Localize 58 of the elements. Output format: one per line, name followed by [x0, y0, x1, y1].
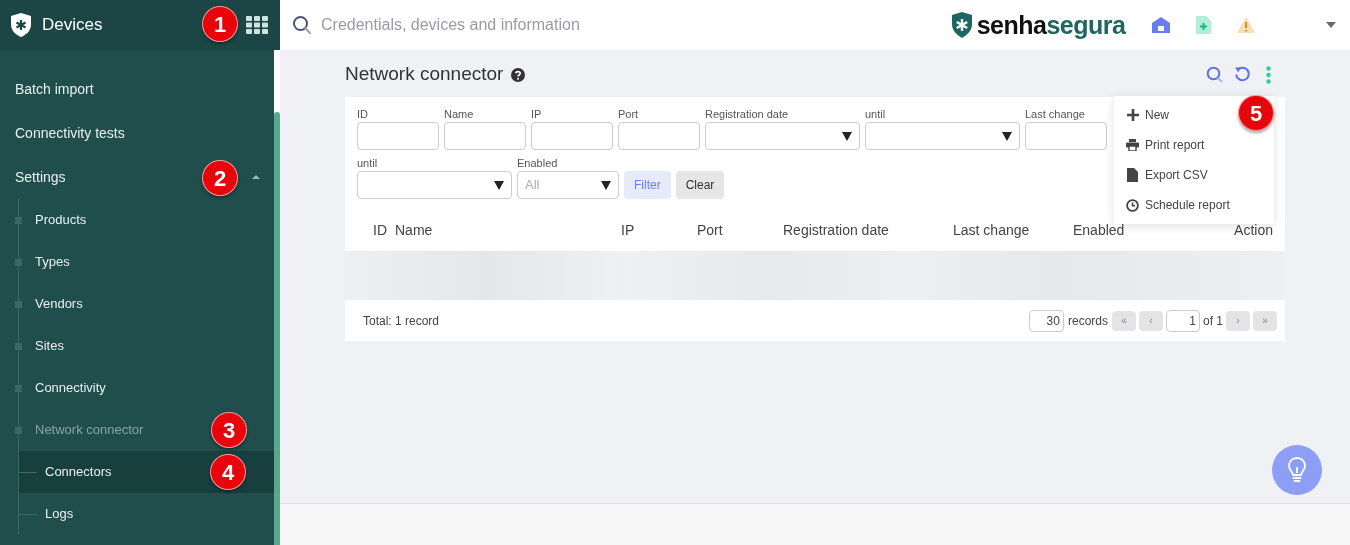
- field-label: Registration date: [705, 107, 790, 120]
- records-label: records: [1067, 312, 1108, 330]
- field-label: Enabled: [517, 156, 559, 169]
- column-header: Name: [395, 221, 434, 240]
- search-icon[interactable]: [1206, 66, 1223, 83]
- field-label: ID: [357, 107, 369, 120]
- clear-button[interactable]: Clear: [675, 171, 725, 199]
- total-records: Total: 1 record: [363, 312, 440, 330]
- page-size-field[interactable]: 30: [1028, 309, 1064, 332]
- refresh-icon[interactable]: [1234, 66, 1251, 83]
- text-field[interactable]: [531, 122, 613, 150]
- sidebar-item[interactable]: Batch import: [0, 67, 274, 111]
- column-header: Port: [697, 221, 724, 240]
- file-icon: [1127, 168, 1138, 182]
- page-field[interactable]: 1: [1166, 309, 1200, 332]
- field-label: until: [357, 156, 379, 169]
- add-document-icon[interactable]: [1195, 15, 1213, 35]
- shield-logo-icon: [950, 11, 973, 39]
- select-field[interactable]: [865, 122, 1020, 150]
- sidebar-item[interactable]: Connectivity tests: [0, 111, 274, 155]
- search-icon: [292, 15, 312, 35]
- menu-item[interactable]: New: [1114, 100, 1173, 130]
- field-label: Port: [618, 107, 640, 120]
- caret-down-icon[interactable]: [1326, 22, 1336, 28]
- menu-item[interactable]: Export CSV: [1114, 160, 1212, 190]
- text-field[interactable]: [1025, 122, 1107, 150]
- printer-icon: [1126, 139, 1139, 151]
- warning-icon[interactable]: [1236, 16, 1257, 34]
- column-header: ID: [373, 221, 388, 240]
- field-label: IP: [531, 107, 543, 120]
- field-label: until: [865, 107, 887, 120]
- app-title: Devices: [42, 14, 103, 37]
- field-label: Name: [444, 107, 475, 120]
- text-field[interactable]: [444, 122, 526, 150]
- column-header: Action: [1233, 221, 1273, 240]
- menu-item[interactable]: Print report: [1114, 130, 1209, 160]
- plus-icon: [1126, 109, 1139, 121]
- select-field[interactable]: [705, 122, 860, 150]
- sidebar-item[interactable]: Logs: [19, 493, 274, 535]
- column-header: Last change: [953, 221, 1031, 240]
- help-icon[interactable]: [511, 67, 526, 82]
- lightbulb-button[interactable]: [1272, 445, 1322, 495]
- column-header: Enabled: [1073, 221, 1126, 240]
- page-title: Network connector: [345, 62, 504, 87]
- column-header: IP: [621, 221, 636, 240]
- home-icon[interactable]: [1151, 16, 1172, 34]
- more-options-icon[interactable]: [1266, 65, 1271, 84]
- clock-icon: [1126, 198, 1139, 212]
- field-label: Last change: [1025, 107, 1086, 120]
- apps-grid-icon[interactable]: [246, 16, 268, 34]
- text-field[interactable]: [357, 122, 439, 150]
- page-count: of 1: [1203, 312, 1223, 330]
- brand-wordmark: senhasegura: [976, 12, 1126, 38]
- select-field[interactable]: [357, 171, 512, 199]
- shield-logo-icon: [10, 12, 32, 38]
- text-field[interactable]: [618, 122, 700, 150]
- column-header: Registration date: [783, 221, 890, 240]
- menu-item[interactable]: Schedule report: [1114, 190, 1234, 220]
